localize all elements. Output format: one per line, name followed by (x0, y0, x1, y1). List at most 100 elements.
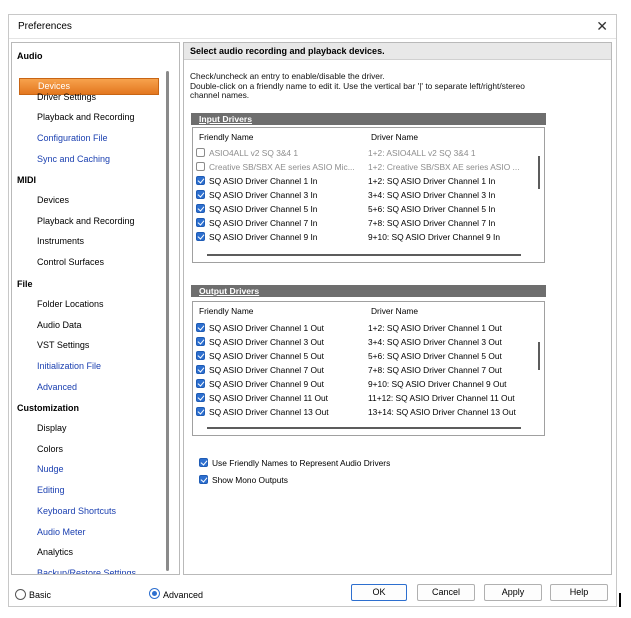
apply-button[interactable]: Apply (484, 584, 542, 601)
sidebar-item-audio-configuration-file[interactable]: Configuration File (37, 133, 108, 143)
output-driver-row[interactable]: SQ ASIO Driver Channel 9 Out 9+10: SQ ASI… (193, 378, 533, 391)
output-driver-checkbox[interactable] (196, 379, 205, 388)
cancel-button[interactable]: Cancel (417, 584, 475, 601)
output-driver-friendly-name[interactable]: SQ ASIO Driver Channel 1 Out (209, 323, 324, 333)
output-driver-row[interactable]: SQ ASIO Driver Channel 13 Out 13+14: SQ A… (193, 406, 533, 419)
output-drivers-list[interactable]: Friendly Name Driver Name SQ ASIO Driver… (192, 301, 545, 436)
sidebar-item-midi-control-surfaces[interactable]: Control Surfaces (37, 257, 104, 267)
input-driver-friendly-name[interactable]: SQ ASIO Driver Channel 3 In (209, 190, 317, 200)
output-list-horizontal-scrollbar[interactable] (207, 427, 521, 429)
sidebar-item-customization-colors[interactable]: Colors (37, 444, 63, 454)
sidebar-item-file-folder-locations[interactable]: Folder Locations (37, 299, 104, 309)
output-driver-driver-name: 11+12: SQ ASIO Driver Channel 11 Out (368, 393, 515, 403)
output-driver-checkbox[interactable] (196, 337, 205, 346)
sidebar-scrollbar[interactable] (166, 71, 169, 571)
sidebar-item-midi-instruments[interactable]: Instruments (37, 236, 84, 246)
sidebar-item-file-advanced[interactable]: Advanced (37, 382, 77, 392)
advanced-radio[interactable] (149, 588, 160, 599)
output-driver-friendly-name[interactable]: SQ ASIO Driver Channel 13 Out (209, 407, 329, 417)
input-drivers-list[interactable]: Friendly Name Driver Name ASIO4ALL v2 SQ… (192, 127, 545, 263)
input-driver-friendly-name[interactable]: Creative SB/SBX AE series ASIO Mic... (209, 162, 355, 172)
input-driver-friendly-name[interactable]: SQ ASIO Driver Channel 1 In (209, 176, 317, 186)
input-driver-friendly-name[interactable]: SQ ASIO Driver Channel 9 In (209, 232, 317, 242)
column-friendly-name[interactable]: Friendly Name (199, 132, 253, 142)
input-driver-driver-name: 5+6: SQ ASIO Driver Channel 5 In (368, 204, 496, 214)
category-customization[interactable]: Customization (17, 403, 79, 413)
sidebar-item-midi-devices[interactable]: Devices (37, 195, 69, 205)
input-driver-friendly-name[interactable]: SQ ASIO Driver Channel 5 In (209, 204, 317, 214)
input-driver-checkbox[interactable] (196, 204, 205, 213)
output-driver-friendly-name[interactable]: SQ ASIO Driver Channel 11 Out (209, 393, 328, 403)
output-driver-checkbox[interactable] (196, 393, 205, 402)
output-driver-checkbox[interactable] (196, 365, 205, 374)
input-driver-checkbox[interactable] (196, 176, 205, 185)
sidebar-item-audio-devices[interactable]: Devices (38, 81, 70, 91)
input-driver-row[interactable]: SQ ASIO Driver Channel 3 In 3+4: SQ ASIO … (193, 189, 533, 202)
sidebar-item-customization-display[interactable]: Display (37, 423, 67, 433)
output-driver-friendly-name[interactable]: SQ ASIO Driver Channel 5 Out (209, 351, 324, 361)
input-list-horizontal-scrollbar[interactable] (207, 254, 521, 256)
input-driver-row[interactable]: Creative SB/SBX AE series ASIO Mic... 1+2… (193, 161, 533, 174)
output-driver-row[interactable]: SQ ASIO Driver Channel 11 Out 11+12: SQ A… (193, 392, 533, 405)
output-list-vertical-scrollbar[interactable] (538, 342, 540, 370)
input-driver-driver-name: 9+10: SQ ASIO Driver Channel 9 In (368, 232, 500, 242)
sidebar-item-file-audio-data[interactable]: Audio Data (37, 320, 82, 330)
column-friendly-name[interactable]: Friendly Name (199, 306, 253, 316)
column-driver-name[interactable]: Driver Name (371, 132, 418, 142)
category-midi[interactable]: MIDI (17, 175, 36, 185)
sidebar-item-customization-audio-meter[interactable]: Audio Meter (37, 527, 86, 537)
category-file[interactable]: File (17, 279, 33, 289)
sidebar-item-customization-backup-restore-settings[interactable]: Backup/Restore Settings (37, 568, 136, 574)
output-driver-row[interactable]: SQ ASIO Driver Channel 1 Out 1+2: SQ ASIO… (193, 322, 533, 335)
sidebar-item-audio-sync-and-caching[interactable]: Sync and Caching (37, 154, 110, 164)
sidebar-item-midi-playback-and-recording[interactable]: Playback and Recording (37, 216, 135, 226)
sidebar-item-audio-driver-settings[interactable]: Driver Settings (37, 92, 96, 102)
advanced-label[interactable]: Advanced (163, 590, 203, 600)
input-driver-row[interactable]: SQ ASIO Driver Channel 7 In 7+8: SQ ASIO … (193, 217, 533, 230)
input-driver-checkbox[interactable] (196, 232, 205, 241)
output-driver-driver-name: 13+14: SQ ASIO Driver Channel 13 Out (368, 407, 516, 417)
category-audio[interactable]: Audio (17, 51, 43, 61)
input-driver-friendly-name[interactable]: ASIO4ALL v2 SQ 3&4 1 (209, 148, 298, 158)
ok-button[interactable]: OK (351, 584, 407, 601)
output-driver-friendly-name[interactable]: SQ ASIO Driver Channel 9 Out (209, 379, 324, 389)
input-driver-row[interactable]: ASIO4ALL v2 SQ 3&4 1 1+2: ASIO4ALL v2 SQ … (193, 147, 533, 160)
input-driver-row[interactable]: SQ ASIO Driver Channel 9 In 9+10: SQ ASIO… (193, 231, 533, 244)
close-icon[interactable]: ✕ (596, 18, 608, 35)
show-mono-outputs-checkbox[interactable] (199, 475, 208, 484)
output-driver-row[interactable]: SQ ASIO Driver Channel 3 Out 3+4: SQ ASIO… (193, 336, 533, 349)
input-driver-row[interactable]: SQ ASIO Driver Channel 1 In 1+2: SQ ASIO … (193, 175, 533, 188)
sidebar-item-customization-editing[interactable]: Editing (37, 485, 65, 495)
instructions: Check/uncheck an entry to enable/disable… (190, 71, 550, 101)
output-driver-checkbox[interactable] (196, 323, 205, 332)
input-driver-checkbox[interactable] (196, 190, 205, 199)
output-driver-checkbox[interactable] (196, 351, 205, 360)
help-button[interactable]: Help (550, 584, 608, 601)
basic-label[interactable]: Basic (29, 590, 51, 600)
output-driver-checkbox[interactable] (196, 407, 205, 416)
instruction-line-2: Double-click on a friendly name to edit … (190, 80, 525, 100)
output-driver-friendly-name[interactable]: SQ ASIO Driver Channel 3 Out (209, 337, 324, 347)
input-driver-driver-name: 3+4: SQ ASIO Driver Channel 3 In (368, 190, 496, 200)
use-friendly-names-checkbox[interactable] (199, 458, 208, 467)
input-driver-checkbox[interactable] (196, 218, 205, 227)
sidebar-item-customization-nudge[interactable]: Nudge (37, 464, 64, 474)
input-list-vertical-scrollbar[interactable] (538, 156, 540, 189)
sidebar-item-audio-playback-and-recording[interactable]: Playback and Recording (37, 112, 135, 122)
sidebar-item-customization-keyboard-shortcuts[interactable]: Keyboard Shortcuts (37, 506, 116, 516)
input-driver-checkbox[interactable] (196, 148, 205, 157)
output-driver-row[interactable]: SQ ASIO Driver Channel 7 Out 7+8: SQ ASIO… (193, 364, 533, 377)
column-driver-name[interactable]: Driver Name (371, 306, 418, 316)
output-driver-friendly-name[interactable]: SQ ASIO Driver Channel 7 Out (209, 365, 324, 375)
input-driver-friendly-name[interactable]: SQ ASIO Driver Channel 7 In (209, 218, 317, 228)
input-driver-driver-name: 7+8: SQ ASIO Driver Channel 7 In (368, 218, 496, 228)
sidebar-item-file-initialization-file[interactable]: Initialization File (37, 361, 101, 371)
input-driver-row[interactable]: SQ ASIO Driver Channel 5 In 5+6: SQ ASIO … (193, 203, 533, 216)
input-driver-checkbox[interactable] (196, 162, 205, 171)
basic-radio[interactable] (15, 589, 26, 600)
output-driver-driver-name: 7+8: SQ ASIO Driver Channel 7 Out (368, 365, 502, 375)
sidebar-item-customization-analytics[interactable]: Analytics (37, 547, 73, 557)
output-driver-row[interactable]: SQ ASIO Driver Channel 5 Out 5+6: SQ ASIO… (193, 350, 533, 363)
sidebar-item-file-vst-settings[interactable]: VST Settings (37, 340, 89, 350)
title-bar: Preferences ✕ (9, 15, 616, 39)
